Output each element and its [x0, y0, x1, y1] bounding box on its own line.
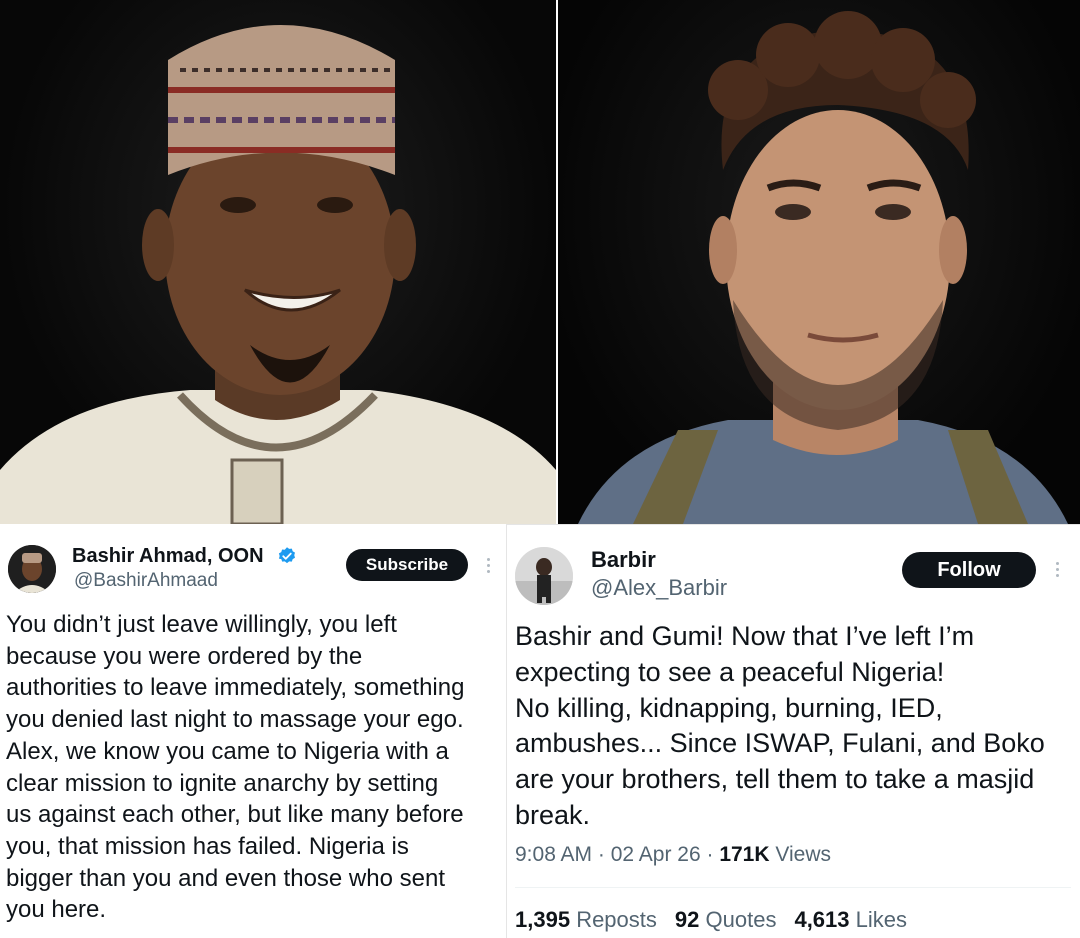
- quotes-count: 92: [674, 907, 700, 932]
- portrait-illustration: [0, 25, 556, 524]
- tweet-time: 9:08 AM: [515, 843, 593, 866]
- portrait-photo-barbir: [558, 0, 1080, 524]
- avatar-image: [515, 547, 573, 605]
- follow-button[interactable]: Follow: [902, 552, 1036, 588]
- author-handle[interactable]: @BashirAhmaad: [74, 570, 218, 592]
- likes-count: 4,613: [794, 907, 850, 932]
- likes-label: Likes: [855, 907, 907, 932]
- tweet-text: You didn’t just leave willingly, you lef…: [6, 611, 465, 924]
- tweet-date: 02 Apr 26: [610, 843, 701, 866]
- avatar-image: [8, 545, 56, 593]
- quotes-stat[interactable]: 92 Quotes: [675, 907, 777, 933]
- more-options-icon[interactable]: [487, 555, 490, 576]
- meta-separator: ·: [706, 843, 720, 866]
- views-count: 171K: [719, 843, 770, 866]
- reposts-count: 1,395: [515, 907, 571, 932]
- portrait-illustration: [578, 11, 1068, 524]
- tweet-card-bashir: Bashir Ahmad, OON @BashirAhmaad Subscrib…: [0, 527, 504, 937]
- reposts-stat[interactable]: 1,395 Reposts: [515, 907, 657, 933]
- avatar[interactable]: [8, 545, 56, 593]
- tweet-card-barbir: Barbir @Alex_Barbir Follow Bashir and Gu…: [506, 524, 1080, 938]
- avatar[interactable]: [515, 547, 573, 605]
- author-name[interactable]: Barbir: [591, 547, 656, 573]
- verified-badge-icon: [278, 547, 295, 564]
- author-name[interactable]: Bashir Ahmad, OON: [72, 545, 264, 568]
- engagement-stats: 1,395 Reposts 92 Quotes 4,613 Likes: [515, 907, 907, 933]
- author-handle[interactable]: @Alex_Barbir: [591, 575, 727, 601]
- likes-stat[interactable]: 4,613 Likes: [794, 907, 907, 933]
- meta-separator: ·: [597, 843, 611, 866]
- divider: [515, 887, 1071, 888]
- subscribe-button[interactable]: Subscribe: [346, 549, 468, 581]
- reposts-label: Reposts: [576, 907, 657, 932]
- tweet-text: Bashir and Gumi! Now that I’ve left I’m …: [515, 621, 1045, 830]
- tweet-timestamp[interactable]: 9:08 AM · 02 Apr 26 · 171K Views: [515, 843, 831, 867]
- views-label: Views: [775, 843, 831, 866]
- more-options-icon[interactable]: [1056, 559, 1059, 580]
- portrait-photo-bashir: [0, 0, 556, 524]
- quotes-label: Quotes: [705, 907, 777, 932]
